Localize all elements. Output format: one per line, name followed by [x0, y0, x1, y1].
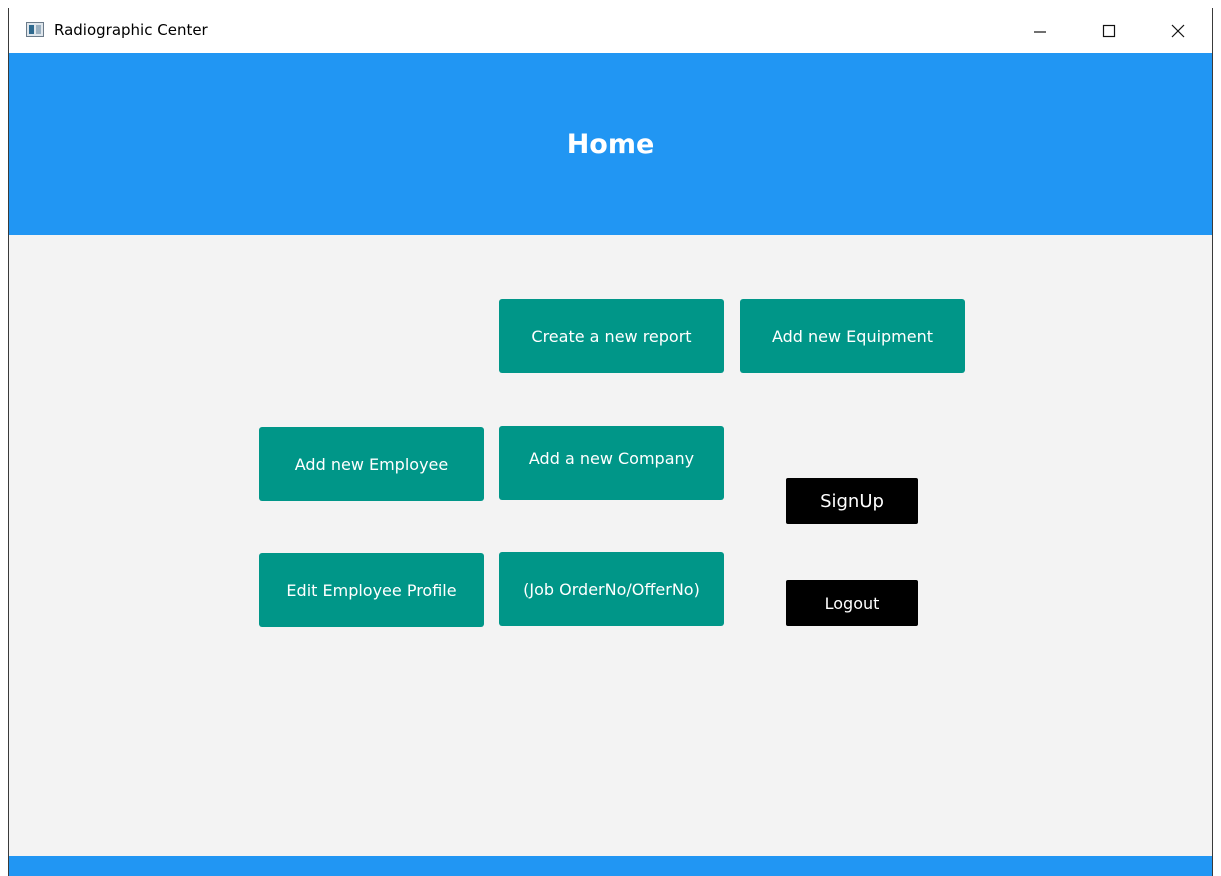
- edit-employee-profile-button[interactable]: Edit Employee Profile: [259, 553, 484, 627]
- add-equipment-button[interactable]: Add new Equipment: [740, 299, 965, 373]
- logout-button[interactable]: Logout: [786, 580, 918, 626]
- close-icon: [1171, 24, 1185, 37]
- title-bar: Radiographic Center: [9, 8, 1212, 53]
- close-button[interactable]: [1155, 8, 1201, 53]
- app-icon: [26, 22, 44, 37]
- footer-bar: [9, 856, 1212, 876]
- maximize-button[interactable]: [1086, 8, 1132, 53]
- job-order-button[interactable]: (Job OrderNo/OfferNo): [499, 552, 724, 626]
- maximize-icon: [1102, 24, 1116, 37]
- add-employee-button[interactable]: Add new Employee: [259, 427, 484, 501]
- window-title: Radiographic Center: [54, 21, 208, 39]
- app-window: Radiographic Center Home Create a new re…: [8, 8, 1213, 876]
- page-title: Home: [566, 129, 655, 160]
- add-company-button[interactable]: Add a new Company: [499, 426, 724, 500]
- signup-button[interactable]: SignUp: [786, 478, 918, 524]
- create-report-button[interactable]: Create a new report: [499, 299, 724, 373]
- header-banner: Home: [9, 53, 1212, 235]
- minimize-button[interactable]: [1017, 8, 1063, 53]
- minimize-icon: [1034, 30, 1046, 33]
